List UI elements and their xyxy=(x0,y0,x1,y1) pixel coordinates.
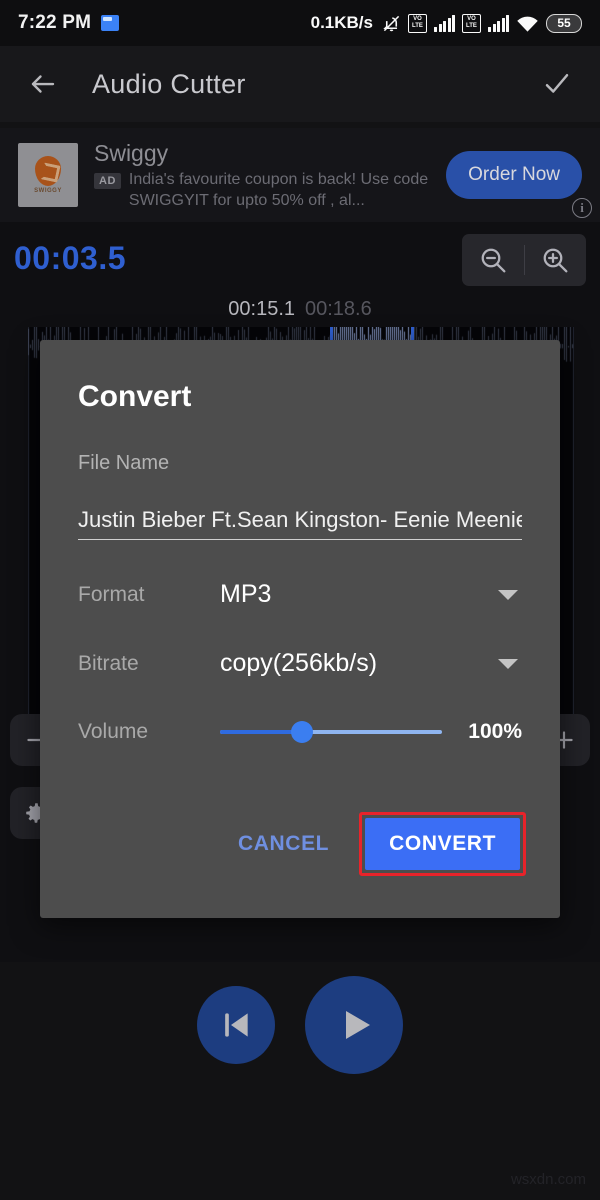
ad-body-row: AD India's favourite coupon is back! Use… xyxy=(94,169,436,211)
volume-value: 100% xyxy=(468,720,522,743)
volume-slider-thumb[interactable] xyxy=(291,721,314,743)
convert-button[interactable]: CONVERT xyxy=(365,818,520,870)
volte-icon-2: VO LTE xyxy=(462,13,481,33)
signal-bars-icon-2 xyxy=(488,14,509,32)
selection-time-marks: 00:15.1 00:18.6 xyxy=(0,298,600,321)
folder-icon xyxy=(101,15,120,31)
convert-dialog: Convert File Name Justin Bieber Ft.Sean … xyxy=(40,340,560,918)
battery-indicator: 55 xyxy=(546,13,582,33)
ad-info-icon[interactable]: i xyxy=(572,198,592,218)
selection-start-label: 00:15.1 xyxy=(228,298,295,320)
dialog-title: Convert xyxy=(78,380,192,413)
format-label: Format xyxy=(78,582,145,606)
file-name-input[interactable]: Justin Bieber Ft.Sean Kingston- Eenie Me… xyxy=(78,507,522,540)
convert-button-highlight: CONVERT xyxy=(359,812,526,876)
wifi-icon xyxy=(516,14,539,33)
ad-badge: AD xyxy=(94,173,121,189)
cancel-button[interactable]: CANCEL xyxy=(224,822,343,866)
volume-slider-fill xyxy=(220,730,303,734)
bell-muted-icon xyxy=(382,14,401,33)
back-arrow-icon[interactable] xyxy=(26,67,60,101)
order-now-button[interactable]: Order Now xyxy=(446,151,582,199)
advertiser-logo-text: SWIGGY xyxy=(34,188,62,194)
signal-bars-icon-1 xyxy=(434,14,455,32)
volte-top-label: VO xyxy=(413,16,422,22)
network-speed-label: 0.1KB/s xyxy=(310,13,373,32)
status-bar-clock: 7:22 PM xyxy=(18,12,92,33)
playback-controls xyxy=(0,970,600,1080)
volte-bottom-label-2: LTE xyxy=(466,23,477,29)
advertiser-logo: SWIGGY xyxy=(18,143,78,207)
current-time-label: 00:03.5 xyxy=(14,240,127,276)
format-row[interactable]: Format MP3 xyxy=(78,580,522,609)
swiggy-pin-icon xyxy=(35,156,61,186)
status-bar-left: 7:22 PM xyxy=(18,12,120,34)
skip-previous-icon[interactable] xyxy=(197,986,275,1064)
ad-description: India's favourite coupon is back! Use co… xyxy=(128,171,429,209)
bitrate-row[interactable]: Bitrate copy(256kb/s) xyxy=(78,649,522,678)
ad-text-block: Swiggy AD India's favourite coupon is ba… xyxy=(94,139,436,211)
zoom-controls xyxy=(462,234,586,286)
chevron-down-icon-format[interactable] xyxy=(498,589,518,600)
selection-end-label: 00:18.6 xyxy=(305,298,372,320)
volume-label: Volume xyxy=(78,720,149,743)
bitrate-label: Bitrate xyxy=(78,651,139,675)
page-title: Audio Cutter xyxy=(92,68,246,99)
app-bar: Audio Cutter xyxy=(0,46,600,122)
volume-slider[interactable] xyxy=(220,721,442,743)
ad-banner[interactable]: SWIGGY Swiggy AD India's favourite coupo… xyxy=(0,128,600,222)
format-value: MP3 xyxy=(220,580,272,608)
phone-screen: 7:22 PM 0.1KB/s VO LTE VO LTE 55 Audio C… xyxy=(0,0,600,1200)
volte-bottom-label: LTE xyxy=(412,23,423,29)
volume-row: Volume 100% xyxy=(78,720,522,744)
file-name-label: File Name xyxy=(78,452,170,474)
volte-top-label-2: VO xyxy=(467,16,476,22)
volte-icon-1: VO LTE xyxy=(408,13,427,33)
zoom-out-icon[interactable] xyxy=(462,234,524,286)
check-icon[interactable] xyxy=(540,67,574,101)
watermark: wsxdn.com xyxy=(510,1171,586,1188)
status-bar: 7:22 PM 0.1KB/s VO LTE VO LTE 55 xyxy=(0,0,600,46)
chevron-down-icon-bitrate[interactable] xyxy=(498,658,518,669)
bitrate-value: copy(256kb/s) xyxy=(220,649,378,677)
file-name-value: Justin Bieber Ft.Sean Kingston- Eenie Me… xyxy=(78,507,522,532)
play-icon[interactable] xyxy=(305,976,403,1074)
advertiser-name: Swiggy xyxy=(94,140,169,166)
dialog-actions: CANCEL CONVERT xyxy=(224,812,526,876)
zoom-in-icon[interactable] xyxy=(525,234,587,286)
status-bar-right: 0.1KB/s VO LTE VO LTE 55 xyxy=(311,13,582,33)
